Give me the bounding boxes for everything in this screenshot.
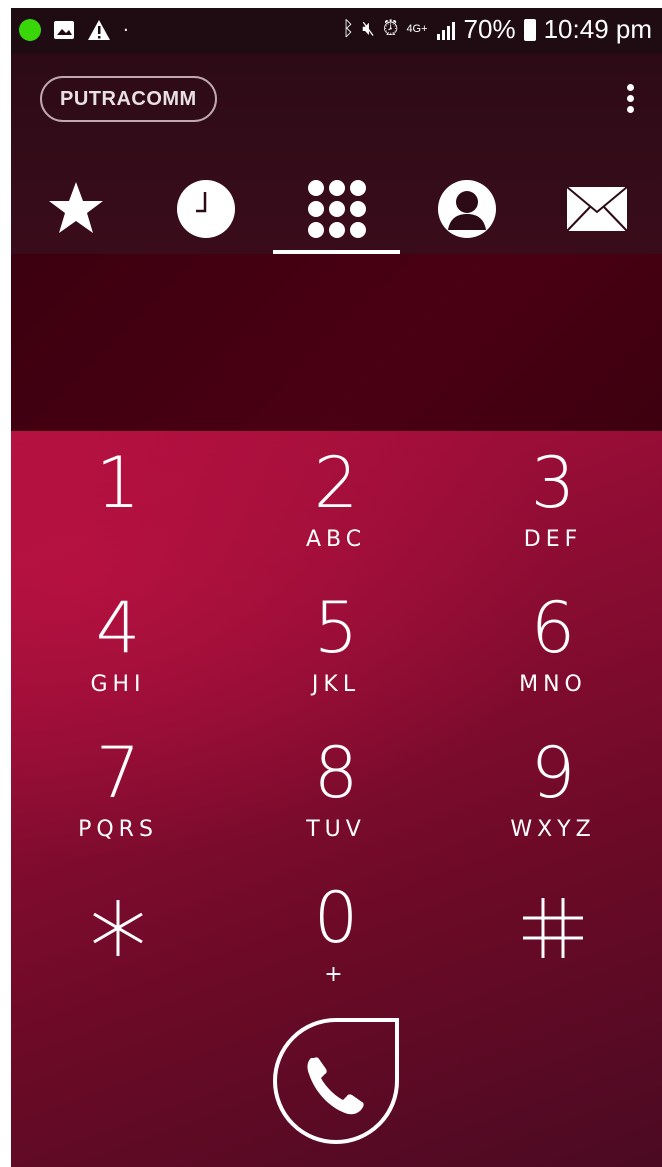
key-4[interactable]: 4 GHI (18, 586, 218, 726)
phone-screen: · ᛒ 🔇︎ ⏰︎ 4G+ 70% 10:49 pm PUTRACOMM 1 2… (11, 8, 662, 1167)
key-digit: 4 (95, 587, 141, 669)
tab-recents[interactable] (141, 164, 271, 254)
key-digit: 8 (313, 732, 359, 814)
key-digit: 7 (95, 732, 141, 814)
tab-keypad[interactable] (271, 164, 401, 254)
key-5[interactable]: 5 JKL (236, 586, 436, 726)
phone-call-icon (273, 1018, 399, 1144)
more-dot-icon: · (123, 19, 129, 41)
key-digit: 3 (530, 442, 576, 524)
star-icon (49, 182, 104, 233)
dialpad-icon (307, 180, 366, 238)
notification-dot-icon (19, 19, 41, 41)
warning-icon (88, 20, 110, 40)
envelope-icon (566, 186, 628, 232)
key-letters: DEF (523, 527, 583, 552)
status-bar: · ᛒ 🔇︎ ⏰︎ 4G+ 70% 10:49 pm (11, 8, 662, 54)
network-type: 4G+ (406, 23, 428, 35)
alarm-icon: ⏰︎ (382, 18, 399, 40)
key-digit: 0 (313, 877, 359, 959)
image-icon (54, 21, 74, 39)
key-letters: WXYZ (510, 817, 596, 842)
app-header: PUTRACOMM (11, 54, 662, 254)
key-6[interactable]: 6 MNO (453, 586, 653, 726)
key-1[interactable]: 1 (18, 441, 218, 581)
tab-bar (11, 164, 662, 254)
status-time: 10:49 pm (543, 14, 652, 44)
key-letters: TUV (306, 817, 366, 842)
key-letters: JKL (311, 672, 361, 697)
dial-display[interactable] (11, 254, 662, 431)
key-digit: 6 (530, 587, 576, 669)
key-3[interactable]: 3 DEF (453, 441, 653, 581)
clock-icon (177, 180, 236, 238)
key-0[interactable]: 0 + (236, 876, 436, 1016)
tab-messages[interactable] (532, 164, 662, 254)
key-digit: 2 (313, 442, 359, 524)
overflow-menu-icon[interactable] (624, 84, 636, 120)
brand-button[interactable]: PUTRACOMM (40, 76, 217, 122)
key-9[interactable]: 9 WXYZ (453, 731, 653, 871)
key-letters: + (324, 962, 348, 987)
key-letters: ABC (305, 527, 367, 552)
signal-icon (436, 21, 455, 40)
hash-icon (523, 898, 583, 958)
key-letters: GHI (90, 672, 146, 697)
key-star[interactable] (18, 886, 218, 1026)
key-hash[interactable] (453, 886, 653, 1026)
bluetooth-icon: ᛒ (342, 18, 355, 40)
key-letters: PQRS (78, 817, 158, 842)
key-digit: 1 (95, 442, 141, 524)
mute-icon: 🔇︎ (362, 18, 375, 40)
key-digit: 9 (530, 732, 576, 814)
asterisk-icon (93, 900, 143, 956)
call-button[interactable] (271, 1016, 401, 1146)
key-7[interactable]: 7 PQRS (18, 731, 218, 871)
key-digit: 5 (313, 587, 359, 669)
key-letters: MNO (519, 672, 587, 697)
key-8[interactable]: 8 TUV (236, 731, 436, 871)
tab-favorites[interactable] (11, 164, 141, 254)
battery-icon (523, 18, 536, 41)
battery-percent: 70% (463, 14, 516, 44)
tab-contacts[interactable] (402, 164, 532, 254)
person-icon (437, 180, 496, 238)
key-2[interactable]: 2 ABC (236, 441, 436, 581)
